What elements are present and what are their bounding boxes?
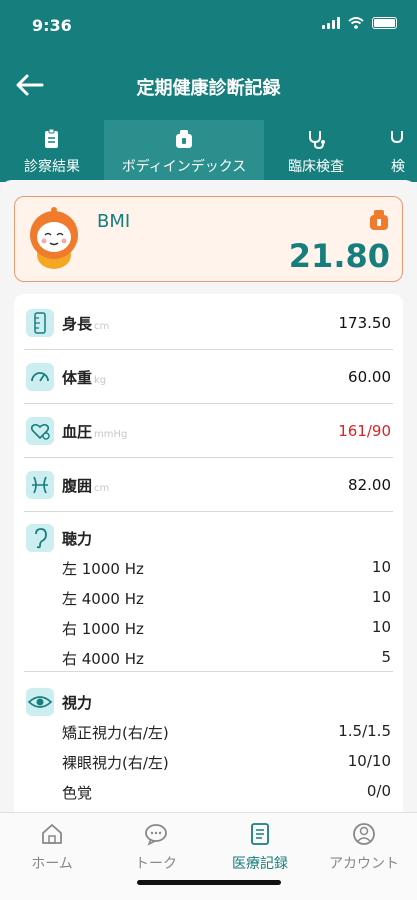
hearing-item-label: 右 4000 Hz [62, 650, 144, 668]
hearing-item-label: 左 1000 Hz [62, 560, 144, 578]
clipboard-icon [45, 128, 58, 148]
tab-bar: 診察結果 ボディインデックス 臨床検査 検 [0, 120, 417, 182]
bmi-label: BMI [97, 211, 131, 232]
signal-icon [322, 17, 340, 29]
tab-exam-results[interactable]: 診察結果 [0, 120, 104, 182]
bmi-value: 21.80 [288, 237, 390, 275]
ruler-icon [26, 309, 54, 337]
wifi-icon [348, 17, 364, 29]
tab-clinical-tests[interactable]: 臨床検査 [264, 120, 368, 182]
status-bar: 9:36 [0, 0, 417, 50]
nav-account[interactable]: アカウント [312, 821, 416, 877]
vision-group: 視力 矯正視力(右/左) 1.5/1.5 裸眼視力(右/左) 10/10 色覚 … [24, 676, 393, 816]
hearing-item: 右 4000 Hz 5 [62, 642, 391, 672]
header: 定期健康診断記録 [0, 50, 417, 120]
measurement-unit: kg [94, 375, 107, 386]
stethoscope-icon [391, 131, 403, 144]
ear-icon [26, 524, 54, 552]
measurement-label: 体重 kg [62, 369, 107, 387]
measurement-value: 60.00 [348, 368, 391, 386]
nav-talk[interactable]: トーク [104, 821, 208, 877]
vision-item: 裸眼視力(右/左) 10/10 [62, 746, 391, 776]
vision-item-label: 矯正視力(右/左) [62, 724, 169, 742]
hearing-item: 左 4000 Hz 10 [62, 582, 391, 612]
measurement-row-height: 身長 cm 173.50 [24, 296, 393, 350]
bottle-icon [176, 130, 192, 148]
hearing-item-value: 5 [381, 648, 391, 666]
battery-icon [372, 17, 397, 29]
status-icons [322, 17, 397, 29]
hearing-item: 左 1000 Hz 10 [62, 552, 391, 582]
vision-item-value: 0/0 [366, 782, 391, 800]
tab-label: 検 [391, 159, 405, 175]
measurement-label: 血圧 mmHg [62, 423, 128, 441]
heart-pressure-icon [26, 417, 54, 445]
scale-icon [26, 363, 54, 391]
hearing-item-value: 10 [371, 558, 391, 576]
vision-item-value: 1.5/1.5 [338, 722, 391, 740]
vision-label: 視力 [62, 694, 93, 712]
measurement-unit: mmHg [94, 429, 128, 440]
hearing-item: 右 1000 Hz 10 [62, 612, 391, 642]
measurement-value: 161/90 [338, 422, 391, 440]
tab-label: 臨床検査 [288, 159, 344, 175]
measurement-row-blood-pressure: 血圧 mmHg 161/90 [24, 404, 393, 458]
measurement-label: 身長 cm [62, 315, 110, 333]
document-icon [251, 823, 269, 845]
vision-item: 色覚 0/0 [62, 776, 391, 806]
chat-icon [145, 824, 167, 846]
home-icon [42, 824, 62, 844]
hearing-label: 聴力 [62, 530, 93, 548]
measurement-row-weight: 体重 kg 60.00 [24, 350, 393, 404]
home-indicator [137, 880, 281, 885]
hearing-item-label: 左 4000 Hz [62, 590, 144, 608]
measurement-label: 腹囲 cm [62, 477, 110, 495]
nav-medical-records[interactable]: 医療記録 [208, 821, 312, 877]
vision-item-value: 10/10 [347, 752, 391, 770]
hearing-item-value: 10 [371, 588, 391, 606]
measurement-value: 82.00 [348, 476, 391, 494]
content-area[interactable]: BMI 21.80 身長 cm 173.50 体重 kg 60.00 血圧 mm… [0, 180, 417, 818]
nav-label: 医療記録 [232, 856, 288, 872]
hearing-item-value: 10 [371, 618, 391, 636]
vision-item-label: 裸眼視力(右/左) [62, 754, 169, 772]
bottle-icon [370, 210, 388, 230]
nav-label: ホーム [31, 856, 73, 872]
tab-label: ボディインデックス [121, 159, 247, 175]
hearing-group: 聴力 左 1000 Hz 10 左 4000 Hz 10 右 1000 Hz 1… [24, 512, 393, 672]
eye-icon [26, 688, 54, 716]
measurement-unit: cm [94, 321, 110, 332]
bottom-nav: ホーム トーク 医療記録 アカウント [0, 812, 417, 900]
vision-item-label: 色覚 [62, 784, 93, 802]
measurements-card: 身長cm 173.50 体重kg 60.00 血圧mmHg 161/90 [14, 294, 403, 818]
tab-label: 診察結果 [24, 159, 80, 175]
vision-item: 矯正視力(右/左) 1.5/1.5 [62, 716, 391, 746]
mascot-icon [30, 207, 78, 269]
user-icon [353, 823, 375, 845]
nav-label: アカウント [329, 856, 399, 872]
status-time: 9:36 [32, 16, 72, 35]
hearing-item-label: 右 1000 Hz [62, 620, 144, 638]
waist-icon [26, 471, 54, 499]
measurement-row-waist: 腹囲 cm 82.00 [24, 458, 393, 512]
tab-more[interactable]: 検 [368, 120, 417, 182]
nav-label: トーク [135, 856, 177, 872]
nav-home[interactable]: ホーム [0, 821, 104, 877]
measurement-value: 173.50 [338, 314, 392, 332]
measurement-unit: cm [94, 483, 110, 494]
bmi-card: BMI 21.80 [14, 196, 403, 282]
stethoscope-icon [309, 131, 325, 150]
tab-body-index[interactable]: ボディインデックス [104, 120, 264, 182]
page-title: 定期健康診断記録 [136, 78, 281, 99]
